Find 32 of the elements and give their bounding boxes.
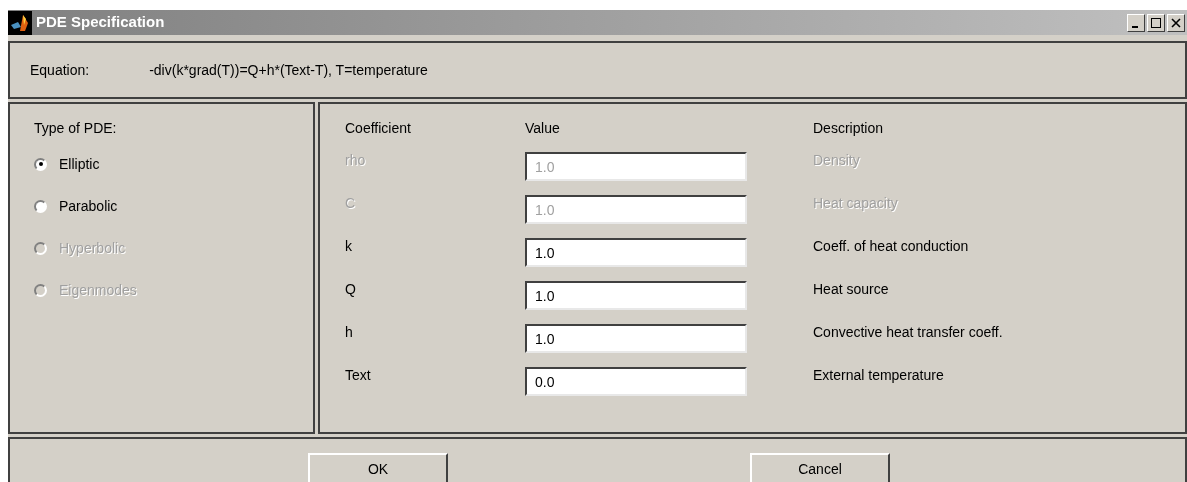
column-header: Description <box>813 119 884 138</box>
coefficient-name: Text <box>345 366 372 385</box>
radio-label: Parabolic <box>59 196 118 216</box>
window-title: PDE Specification <box>36 12 165 33</box>
value-field[interactable]: 1.0 <box>525 281 747 310</box>
equation-text: -div(k*grad(T))=Q+h*(Text-T), T=temperature <box>149 60 428 80</box>
maximize-button[interactable] <box>1147 13 1165 32</box>
column-header: Value <box>525 119 561 138</box>
column-header: Coefficient <box>345 119 412 138</box>
radio-button[interactable] <box>34 157 47 171</box>
radio-button[interactable] <box>34 199 47 213</box>
equation-label: Equation: <box>30 60 90 80</box>
coefficient-name: k <box>345 237 353 256</box>
coefficient-name: h <box>345 323 354 342</box>
coefficient-name: Q <box>345 280 357 299</box>
value-field[interactable]: 1.0 <box>525 324 747 353</box>
close-button[interactable] <box>1167 13 1185 32</box>
coefficient-description: External temperature <box>813 366 944 385</box>
close-icon <box>1171 17 1181 28</box>
coefficient-description: Heat source <box>813 280 889 299</box>
app-logo-icon <box>8 10 32 35</box>
value-field[interactable]: 1.0 <box>525 238 747 267</box>
coefficient-description: Convective heat transfer coeff. <box>813 323 1003 342</box>
value-field[interactable]: 0.0 <box>525 367 747 396</box>
coefficient-description: Coeff. of heat conduction <box>813 237 969 256</box>
minimize-button[interactable] <box>1127 13 1145 32</box>
ok-button[interactable]: OK <box>308 453 448 482</box>
pde-type-label: Type of PDE: <box>34 119 118 138</box>
cancel-button[interactable]: Cancel <box>750 453 890 482</box>
minimize-icon <box>1132 25 1138 28</box>
radio-label: Elliptic <box>59 154 100 174</box>
maximize-icon <box>1151 17 1161 28</box>
